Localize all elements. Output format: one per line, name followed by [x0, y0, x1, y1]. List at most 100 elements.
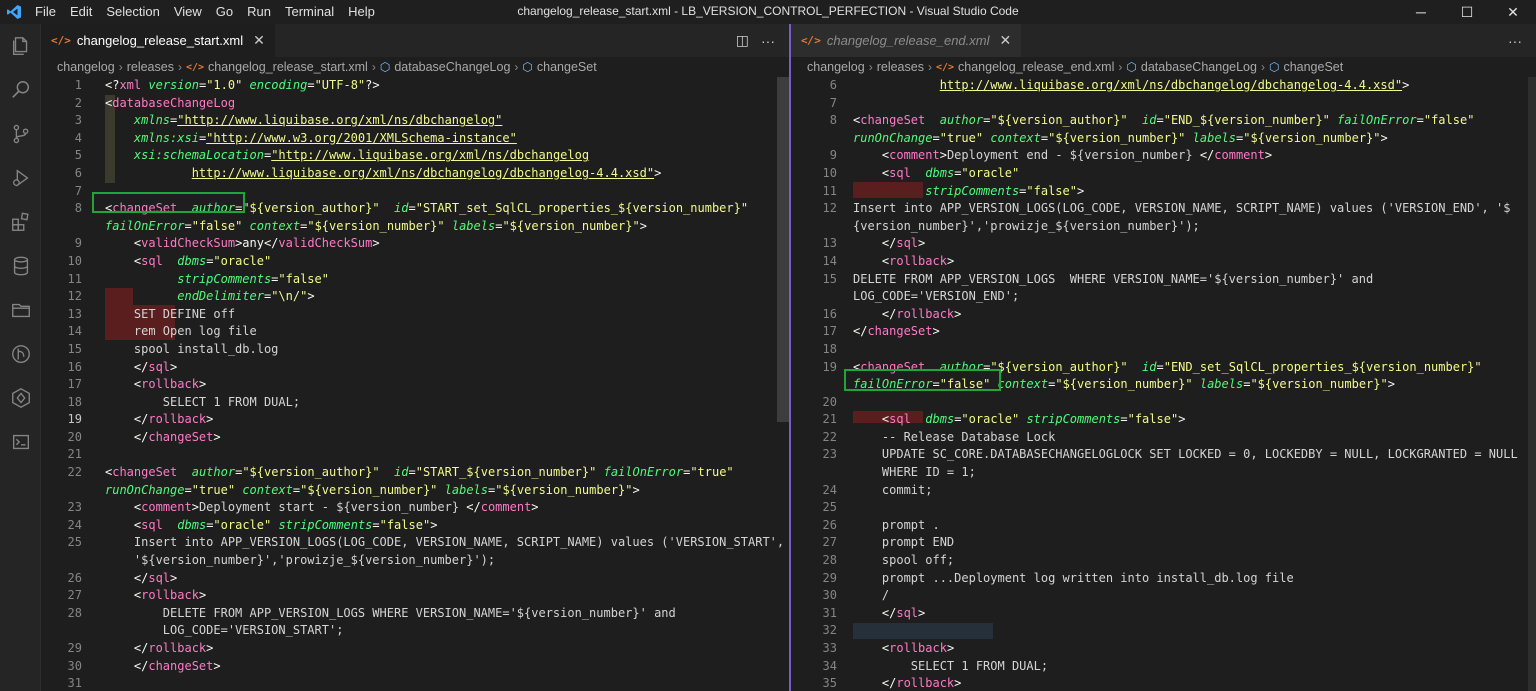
menu-help[interactable]: Help — [341, 0, 382, 24]
line-number[interactable]: 30 — [791, 587, 837, 605]
line-number[interactable]: 16 — [41, 359, 82, 377]
line-number[interactable]: 19 — [41, 411, 82, 429]
line-number[interactable]: 13 — [791, 235, 837, 253]
line-number[interactable]: 7 — [791, 95, 837, 113]
line-number[interactable]: 25 — [41, 534, 82, 552]
line-number[interactable]: 11 — [41, 271, 82, 289]
menu-edit[interactable]: Edit — [63, 0, 99, 24]
close-icon[interactable]: ✕ — [253, 32, 265, 49]
line-number[interactable]: 2 — [41, 95, 82, 113]
liquibase-icon[interactable] — [0, 376, 41, 420]
line-number[interactable]: 16 — [791, 306, 837, 324]
line-number[interactable]: 3 — [41, 112, 82, 130]
code-text[interactable]: rem Open log file — [105, 323, 257, 341]
code-text[interactable]: <validCheckSum>any</validCheckSum> — [105, 235, 380, 253]
line-number[interactable]: 23 — [791, 446, 837, 464]
line-number[interactable]: 35 — [791, 675, 837, 691]
code-text[interactable]: runOnChange="true" context="${version_nu… — [853, 130, 1388, 148]
breadcrumb-item[interactable]: changeSet — [537, 60, 597, 74]
code-text[interactable]: -- Release Database Lock — [853, 429, 1055, 447]
line-number[interactable]: 20 — [41, 429, 82, 447]
menu-terminal[interactable]: Terminal — [278, 0, 341, 24]
line-number[interactable]: 9 — [41, 235, 82, 253]
code-text[interactable]: <sql dbms="oracle" — [853, 165, 1019, 183]
code-text[interactable]: runOnChange="true" context="${version_nu… — [105, 482, 640, 500]
menu-file[interactable]: File — [28, 0, 63, 24]
line-number[interactable]: 15 — [791, 271, 837, 289]
git-graph-icon[interactable] — [0, 332, 41, 376]
line-number[interactable]: 14 — [41, 323, 82, 341]
code-text[interactable]: stripComments="false"> — [853, 183, 1084, 201]
code-text[interactable]: commit; — [853, 482, 933, 500]
line-number[interactable]: 19 — [791, 359, 837, 377]
line-number[interactable]: 27 — [41, 587, 82, 605]
tab-changelog-release-start[interactable]: </> changelog_release_start.xml ✕ — [41, 24, 275, 57]
code-text[interactable]: WHERE ID = 1; — [853, 464, 976, 482]
close-icon[interactable]: ✕ — [1000, 32, 1012, 49]
code-text[interactable]: Insert into APP_VERSION_LOGS(LOG_CODE, V… — [853, 200, 1510, 218]
minimize-button[interactable]: ─ — [1398, 0, 1444, 24]
code-text[interactable]: SELECT 1 FROM DUAL; — [105, 394, 300, 412]
code-text[interactable]: DELETE FROM APP_VERSION_LOGS WHERE VERSI… — [105, 605, 676, 623]
code-text[interactable]: <changeSet author="${version_author}" id… — [853, 112, 1474, 130]
code-text[interactable]: http://www.liquibase.org/xml/ns/dbchange… — [105, 165, 662, 183]
code-text[interactable]: </rollback> — [853, 306, 961, 324]
code-text[interactable]: / — [853, 587, 889, 605]
line-number[interactable]: 25 — [791, 499, 837, 517]
code-text[interactable]: LOG_CODE='VERSION_START'; — [105, 622, 344, 640]
breadcrumb-item[interactable]: changeSet — [1283, 60, 1343, 74]
code-text[interactable]: <rollback> — [853, 253, 954, 271]
line-number[interactable]: 22 — [791, 429, 837, 447]
code-text[interactable]: <?xml version="1.0" encoding="UTF-8"?> — [105, 77, 380, 95]
extensions-icon[interactable] — [0, 200, 41, 244]
code-text[interactable]: </sql> — [853, 235, 925, 253]
line-number[interactable]: 24 — [41, 517, 82, 535]
code-text[interactable]: <rollback> — [105, 587, 206, 605]
code-editor[interactable]: 1 <?xml version="1.0" encoding="UTF-8"?> 2… — [41, 77, 789, 691]
menu-view[interactable]: View — [167, 0, 209, 24]
line-number[interactable]: 28 — [41, 605, 82, 623]
breadcrumb-item[interactable]: databaseChangeLog — [394, 60, 510, 74]
line-number[interactable]: 22 — [41, 464, 82, 482]
line-number[interactable]: 14 — [791, 253, 837, 271]
split-editor-icon[interactable]: ◫ — [736, 32, 749, 49]
line-number[interactable]: 15 — [41, 341, 82, 359]
code-text[interactable]: </changeSet> — [105, 429, 221, 447]
line-number[interactable]: 13 — [41, 306, 82, 324]
line-number[interactable]: 34 — [791, 658, 837, 676]
code-text[interactable]: SET DEFINE off — [105, 306, 235, 324]
line-number[interactable]: 10 — [791, 165, 837, 183]
code-text[interactable]: <sql dbms="oracle" stripComments="false"… — [105, 517, 438, 535]
code-text[interactable]: spool install_db.log — [105, 341, 279, 359]
code-text[interactable]: <rollback> — [105, 376, 206, 394]
code-text[interactable]: prompt ...Deployment log written into in… — [853, 570, 1294, 588]
line-number[interactable]: 27 — [791, 534, 837, 552]
code-text[interactable]: <comment>Deployment start - ${version_nu… — [105, 499, 539, 517]
code-text[interactable]: {version_number}','prowizje_${version_nu… — [853, 218, 1200, 236]
terminal-icon[interactable] — [0, 420, 41, 464]
line-number[interactable]: 28 — [791, 552, 837, 570]
line-number[interactable]: 18 — [791, 341, 837, 359]
breadcrumb-item[interactable]: releases — [127, 60, 174, 74]
code-text[interactable]: prompt . — [853, 517, 940, 535]
line-number[interactable]: 12 — [791, 200, 837, 218]
line-number[interactable]: 29 — [791, 570, 837, 588]
tab-changelog-release-end[interactable]: </> changelog_release_end.xml ✕ — [791, 24, 1022, 57]
code-text[interactable]: <changeSet author="${version_author}" id… — [105, 464, 734, 482]
more-actions-icon[interactable]: ··· — [1508, 33, 1522, 49]
line-number[interactable]: 29 — [41, 640, 82, 658]
line-number[interactable]: 6 — [791, 77, 837, 95]
line-number[interactable]: 9 — [791, 147, 837, 165]
code-text[interactable]: endDelimiter="\n/"> — [105, 288, 314, 306]
line-number[interactable]: 21 — [791, 411, 837, 429]
line-number[interactable]: 31 — [41, 675, 82, 691]
line-number[interactable]: 18 — [41, 394, 82, 412]
code-text[interactable]: SELECT 1 FROM DUAL; — [853, 658, 1048, 676]
code-text[interactable]: <sql dbms="oracle" — [105, 253, 271, 271]
code-text[interactable]: spool off; — [853, 552, 954, 570]
folder-icon[interactable] — [0, 288, 41, 332]
line-number[interactable]: 26 — [41, 570, 82, 588]
breadcrumb-item[interactable]: databaseChangeLog — [1141, 60, 1257, 74]
line-number[interactable]: 31 — [791, 605, 837, 623]
code-text[interactable]: UPDATE SC_CORE.DATABASECHANGELOGLOCK SET… — [853, 446, 1518, 464]
